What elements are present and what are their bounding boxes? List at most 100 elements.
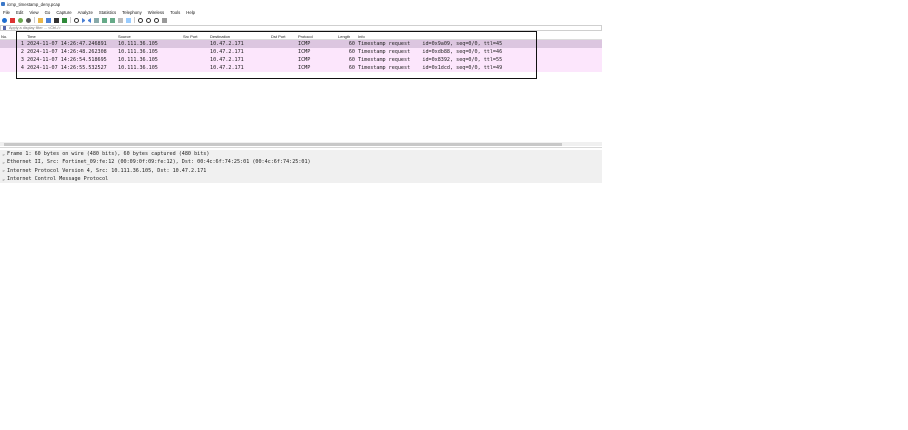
packet-details-pane: > Frame 1: 60 bytes on wire (480 bits), … xyxy=(0,150,602,184)
packet-row[interactable]: 1 2024-11-07 14:26:47.246891 10.111.36.1… xyxy=(0,40,602,48)
packet-info: Timestamp request id=0x1dcd, seq=0/0, tt… xyxy=(358,65,503,71)
detail-text: Internet Control Message Protocol xyxy=(7,176,109,183)
packet-list: No. Time Source Src Port Destination Dst… xyxy=(0,33,602,142)
bookmark-filter-icon[interactable] xyxy=(3,26,6,30)
menu-view[interactable]: View xyxy=(29,10,38,15)
column-header-length[interactable]: Length xyxy=(338,34,350,39)
first-packet-icon[interactable] xyxy=(102,17,107,23)
packet-source: 10.111.36.105 xyxy=(118,49,158,55)
column-header-time[interactable]: Time xyxy=(27,34,36,39)
stop-capture-icon[interactable] xyxy=(10,17,15,23)
packet-length: 60 xyxy=(348,65,355,71)
packet-no: 4 xyxy=(20,65,24,71)
menu-bar: File Edit View Go Capture Analyze Statis… xyxy=(0,9,201,16)
menu-capture[interactable]: Capture xyxy=(56,10,71,15)
packet-no: 3 xyxy=(20,57,24,63)
menu-wireless[interactable]: Wireless xyxy=(148,10,164,15)
column-header-source[interactable]: Source xyxy=(118,34,131,39)
column-header-protocol[interactable]: Protocol xyxy=(298,34,313,39)
packet-row[interactable]: 4 2024-11-07 14:26:55.532527 10.111.36.1… xyxy=(0,64,602,72)
packet-destination: 10.47.2.171 xyxy=(210,57,244,63)
packet-info: Timestamp request id=0x8392, seq=0/0, tt… xyxy=(358,57,503,63)
expand-arrow-icon[interactable]: > xyxy=(0,160,7,165)
toolbar-separator xyxy=(34,17,35,23)
zoom-out-icon[interactable] xyxy=(146,17,151,23)
reload-file-icon[interactable] xyxy=(62,17,67,23)
menu-go[interactable]: Go xyxy=(45,10,51,15)
packet-row[interactable]: 3 2024-11-07 14:26:54.518695 10.111.36.1… xyxy=(0,56,602,64)
menu-edit[interactable]: Edit xyxy=(16,10,23,15)
expand-arrow-icon[interactable]: > xyxy=(0,168,7,173)
column-header-dst-port[interactable]: Dst Port xyxy=(271,34,285,39)
detail-text: Frame 1: 60 bytes on wire (480 bits), 60… xyxy=(7,151,210,158)
column-header-info[interactable]: Info xyxy=(358,34,365,39)
title-bar: icmp_timestamp_deny.pcap xyxy=(0,0,602,8)
scrollbar-thumb[interactable] xyxy=(4,142,562,146)
detail-tree-item-icmp[interactable]: > Internet Control Message Protocol xyxy=(0,174,602,184)
colorize-icon[interactable] xyxy=(126,17,131,23)
column-header-destination[interactable]: Destination xyxy=(210,34,230,39)
menu-help[interactable]: Help xyxy=(186,10,195,15)
main-toolbar xyxy=(0,16,170,24)
detail-tree-item-ethernet[interactable]: > Ethernet II, Src: Fortinet_09:fe:12 (0… xyxy=(0,158,602,167)
display-filter-input[interactable] xyxy=(9,25,509,31)
packet-protocol: ICMP xyxy=(298,57,311,63)
capture-options-icon[interactable] xyxy=(26,17,31,23)
detail-tree-item-ipv4[interactable]: > Internet Protocol Version 4, Src: 10.1… xyxy=(0,166,602,175)
find-packet-icon[interactable] xyxy=(74,17,79,23)
packet-list-header: No. Time Source Src Port Destination Dst… xyxy=(0,33,602,40)
wireshark-window: icmp_timestamp_deny.pcap File Edit View … xyxy=(0,0,602,184)
go-back-icon[interactable] xyxy=(82,17,85,23)
packet-protocol: ICMP xyxy=(298,49,311,55)
packet-destination: 10.47.2.171 xyxy=(210,41,244,47)
packet-no: 1 xyxy=(20,41,24,47)
menu-statistics[interactable]: Statistics xyxy=(99,10,116,15)
packet-row[interactable]: 2 2024-11-07 14:26:48.262308 10.111.36.1… xyxy=(0,48,602,56)
packet-time: 2024-11-07 14:26:47.246891 xyxy=(27,41,107,47)
zoom-in-icon[interactable] xyxy=(138,17,143,23)
packet-protocol: ICMP xyxy=(298,65,311,71)
detail-text: Internet Protocol Version 4, Src: 10.111… xyxy=(7,167,207,174)
expand-arrow-icon[interactable]: > xyxy=(0,177,7,182)
packet-length: 60 xyxy=(348,57,355,63)
last-packet-icon[interactable] xyxy=(110,17,115,23)
go-to-packet-icon[interactable] xyxy=(94,17,99,23)
display-filter-bar xyxy=(0,25,602,31)
detail-text: Ethernet II, Src: Fortinet_09:fe:12 (00:… xyxy=(7,159,311,166)
auto-scroll-icon[interactable] xyxy=(118,17,123,23)
packet-info: Timestamp request id=0xdb88, seq=0/0, tt… xyxy=(358,49,503,55)
menu-telephony[interactable]: Telephony xyxy=(122,10,142,15)
scroll-right-arrow-icon[interactable] xyxy=(599,142,602,146)
toolbar-separator xyxy=(70,17,71,23)
save-file-icon[interactable] xyxy=(46,17,51,23)
menu-file[interactable]: File xyxy=(3,10,10,15)
wireshark-fin-icon xyxy=(1,2,5,6)
column-header-no[interactable]: No. xyxy=(1,34,7,39)
pane-splitter[interactable] xyxy=(0,147,602,148)
start-capture-icon[interactable] xyxy=(2,17,7,23)
detail-tree-item-frame[interactable]: > Frame 1: 60 bytes on wire (480 bits), … xyxy=(0,150,602,159)
resize-columns-icon[interactable] xyxy=(162,17,167,23)
menu-analyze[interactable]: Analyze xyxy=(78,10,93,15)
packet-time: 2024-11-07 14:26:48.262308 xyxy=(27,49,107,55)
go-forward-icon[interactable] xyxy=(88,17,91,23)
expand-arrow-icon[interactable]: > xyxy=(0,152,7,157)
column-header-src-port[interactable]: Src Port xyxy=(183,34,197,39)
packet-time: 2024-11-07 14:26:54.518695 xyxy=(27,57,107,63)
packet-time: 2024-11-07 14:26:55.532527 xyxy=(27,65,107,71)
window-title: icmp_timestamp_deny.pcap xyxy=(7,1,61,7)
menu-tools[interactable]: Tools xyxy=(170,10,180,15)
packet-no: 2 xyxy=(20,49,24,55)
packet-protocol: ICMP xyxy=(298,41,311,47)
packet-list-horizontal-scrollbar[interactable] xyxy=(0,142,602,146)
packet-source: 10.111.36.105 xyxy=(118,65,158,71)
restart-capture-icon[interactable] xyxy=(18,17,23,23)
packet-source: 10.111.36.105 xyxy=(118,57,158,63)
close-file-icon[interactable] xyxy=(54,17,59,23)
open-file-icon[interactable] xyxy=(38,17,43,23)
scroll-left-arrow-icon[interactable] xyxy=(0,142,3,146)
toolbar-separator xyxy=(134,17,135,23)
packet-length: 60 xyxy=(348,49,355,55)
zoom-reset-icon[interactable] xyxy=(154,17,159,23)
packet-length: 60 xyxy=(348,41,355,47)
